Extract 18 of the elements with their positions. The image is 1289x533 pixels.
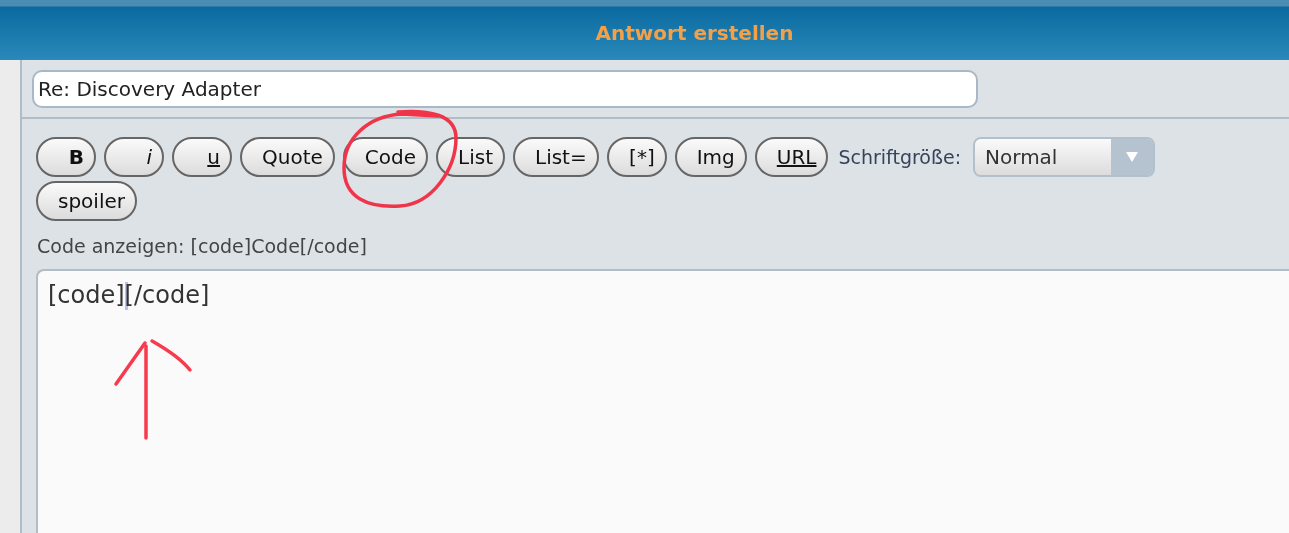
format-button[interactable]: Quote — [240, 137, 335, 177]
subject-field[interactable]: Re: Discovery Adapter — [32, 69, 978, 108]
help-text: Code anzeigen: [code]Code[/code] — [37, 235, 368, 259]
format-button[interactable]: u — [172, 137, 232, 177]
format-button[interactable]: Img — [674, 137, 747, 177]
dropdown-arrow-icon — [1125, 151, 1140, 163]
format-button[interactable]: spoiler — [36, 181, 137, 221]
font-size-label: Schriftgröße: — [838, 146, 962, 168]
format-button[interactable]: URL — [754, 137, 829, 177]
format-button[interactable]: Code — [342, 137, 428, 177]
format-button[interactable]: List= — [513, 137, 599, 177]
font-size-dropdown[interactable]: Normal — [973, 137, 1156, 177]
format-button[interactable]: List — [436, 137, 505, 177]
format-button[interactable]: [*] — [606, 137, 667, 177]
format-button[interactable]: i — [104, 137, 164, 177]
header-title: Antwort erstellen — [595, 21, 794, 45]
format-button[interactable]: B — [36, 137, 96, 177]
message-field[interactable]: [code][/code] — [36, 269, 1289, 533]
